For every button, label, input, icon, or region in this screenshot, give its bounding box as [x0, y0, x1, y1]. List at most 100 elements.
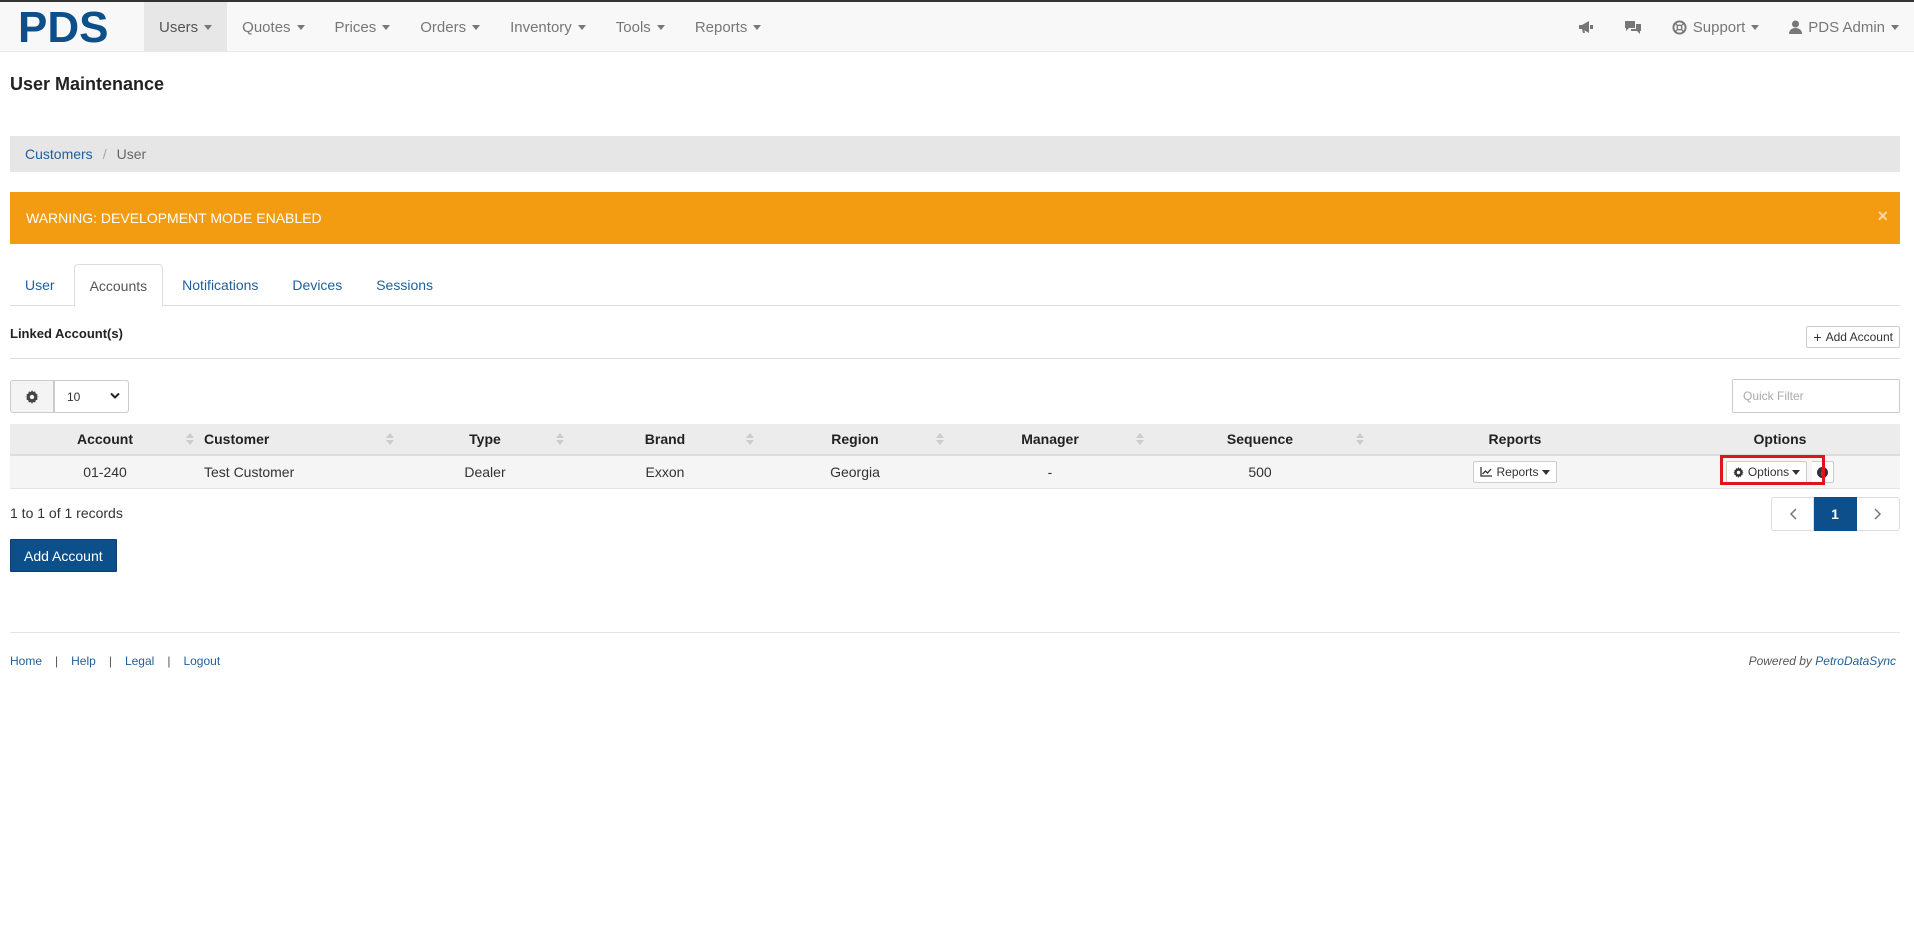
support-label: Support — [1692, 18, 1746, 36]
nav-quotes[interactable]: Quotes — [227, 2, 319, 52]
caret-down-icon — [1792, 469, 1801, 475]
header-sequence-label: Sequence — [1226, 431, 1294, 447]
options-dropdown-button[interactable]: Options — [1725, 461, 1808, 483]
chevron-left-icon — [1789, 508, 1797, 520]
sort-icon — [746, 433, 754, 445]
powered-by-prefix: Powered by — [1748, 654, 1812, 668]
page-size-select[interactable]: 10 — [54, 380, 129, 413]
caret-down-icon — [1541, 469, 1550, 475]
quick-filter-input[interactable] — [1732, 379, 1900, 413]
tab-sessions[interactable]: Sessions — [361, 264, 448, 306]
footer-separator: | — [55, 654, 59, 668]
nav-prices[interactable]: Prices — [320, 2, 406, 52]
column-header-sequence[interactable]: Sequence — [1150, 424, 1370, 454]
pds-logo[interactable]: PDS — [18, 6, 123, 48]
info-button[interactable] — [1812, 461, 1835, 483]
cell-customer: Test Customer — [204, 464, 295, 480]
pagination-prev-button[interactable] — [1771, 497, 1814, 531]
user-account-menu[interactable]: PDS Admin — [1774, 2, 1914, 52]
table-header-row: Account Customer Type Brand Region Manag… — [10, 424, 1900, 456]
column-header-options: Options — [1660, 424, 1900, 454]
sort-icon — [1356, 433, 1364, 445]
bullhorn-icon — [1578, 21, 1593, 33]
chevron-down-icon — [110, 392, 120, 399]
breadcrumb-customers-link[interactable]: Customers — [25, 146, 93, 162]
main-menu: Users Quotes Prices Orders Inventory Too… — [144, 2, 776, 52]
pagination-page-1[interactable]: 1 — [1814, 497, 1857, 531]
tab-devices[interactable]: Devices — [277, 264, 357, 306]
sort-icon — [386, 433, 394, 445]
nav-quotes-label: Quotes — [242, 18, 291, 36]
header-manager-label: Manager — [1021, 431, 1079, 447]
records-count: 1 to 1 of 1 records — [10, 505, 123, 521]
tab-accounts[interactable]: Accounts — [73, 264, 164, 307]
life-ring-icon — [1672, 19, 1687, 35]
caret-down-icon — [296, 24, 305, 30]
divider — [10, 358, 1900, 359]
footer-link-home[interactable]: Home — [10, 654, 42, 668]
caret-down-icon — [656, 24, 665, 30]
footer-separator: | — [167, 654, 171, 668]
close-icon[interactable]: × — [1877, 206, 1888, 227]
column-header-manager[interactable]: Manager — [950, 424, 1150, 454]
table-settings-button[interactable] — [10, 380, 54, 413]
nav-reports-label: Reports — [694, 18, 748, 36]
add-account-button[interactable]: Add Account — [10, 539, 117, 572]
footer-divider — [10, 632, 1900, 633]
user-name-label: PDS Admin — [1808, 18, 1885, 36]
sort-icon — [1136, 433, 1144, 445]
cell-brand: Exxon — [645, 464, 685, 480]
footer-link-logout[interactable]: Logout — [183, 654, 220, 668]
user-menu-area: Support PDS Admin — [1563, 2, 1914, 52]
column-header-customer[interactable]: Customer — [200, 424, 400, 454]
user-tabs: User Accounts Notifications Devices Sess… — [10, 264, 1900, 307]
cell-region: Georgia — [830, 464, 880, 480]
nav-prices-label: Prices — [334, 18, 377, 36]
footer-links: Home | Help | Legal | Logout — [10, 654, 220, 668]
cell-reports: Reports — [1370, 456, 1660, 488]
nav-reports[interactable]: Reports — [680, 2, 777, 52]
caret-down-icon — [753, 24, 762, 30]
gear-icon — [25, 389, 39, 404]
breadcrumb-separator: / — [102, 146, 107, 162]
nav-users[interactable]: Users — [144, 2, 228, 52]
alert-text: WARNING: DEVELOPMENT MODE ENABLED — [26, 210, 322, 226]
page-title: User Maintenance — [10, 74, 165, 94]
nav-tools[interactable]: Tools — [601, 2, 680, 52]
nav-inventory[interactable]: Inventory — [495, 2, 601, 52]
column-header-type[interactable]: Type — [400, 424, 570, 454]
caret-down-icon — [1891, 24, 1899, 30]
column-header-region[interactable]: Region — [760, 424, 950, 454]
add-account-label: Add Account — [1825, 330, 1893, 344]
breadcrumb: Customers / User — [10, 136, 1900, 172]
line-chart-icon — [1480, 467, 1493, 477]
info-circle-icon — [1817, 466, 1829, 478]
header-brand-label: Brand — [644, 431, 686, 447]
petrodatasync-link[interactable]: PetroDataSync — [1815, 654, 1896, 668]
footer-link-help[interactable]: Help — [71, 654, 96, 668]
announcements-button[interactable] — [1563, 2, 1609, 52]
comments-icon — [1624, 21, 1641, 34]
support-menu[interactable]: Support — [1657, 2, 1775, 52]
column-header-account[interactable]: Account — [10, 424, 200, 454]
footer-link-legal[interactable]: Legal — [125, 654, 154, 668]
nav-orders[interactable]: Orders — [405, 2, 495, 52]
tab-notifications[interactable]: Notifications — [167, 264, 273, 306]
sort-icon — [556, 433, 564, 445]
sort-icon — [186, 433, 194, 445]
chat-button[interactable] — [1609, 2, 1657, 52]
page-size-value: 10 — [67, 389, 81, 404]
header-type-label: Type — [469, 431, 501, 447]
cell-options: Options — [1660, 455, 1900, 488]
cell-account: 01-240 — [83, 464, 127, 480]
table-row: 01-240 Test Customer Dealer Exxon Georgi… — [10, 455, 1900, 489]
pagination-next-button[interactable] — [1857, 497, 1900, 531]
reports-dropdown-button[interactable]: Reports — [1473, 461, 1557, 483]
add-account-button-top[interactable]: + Add Account — [1806, 326, 1900, 348]
cell-type: Dealer — [464, 464, 506, 480]
plus-icon: + — [1813, 329, 1822, 345]
top-navbar: PDS Users Quotes Prices Orders Inventory… — [0, 0, 1914, 52]
caret-down-icon — [382, 24, 391, 30]
tab-user[interactable]: User — [10, 264, 70, 306]
column-header-brand[interactable]: Brand — [570, 424, 760, 454]
